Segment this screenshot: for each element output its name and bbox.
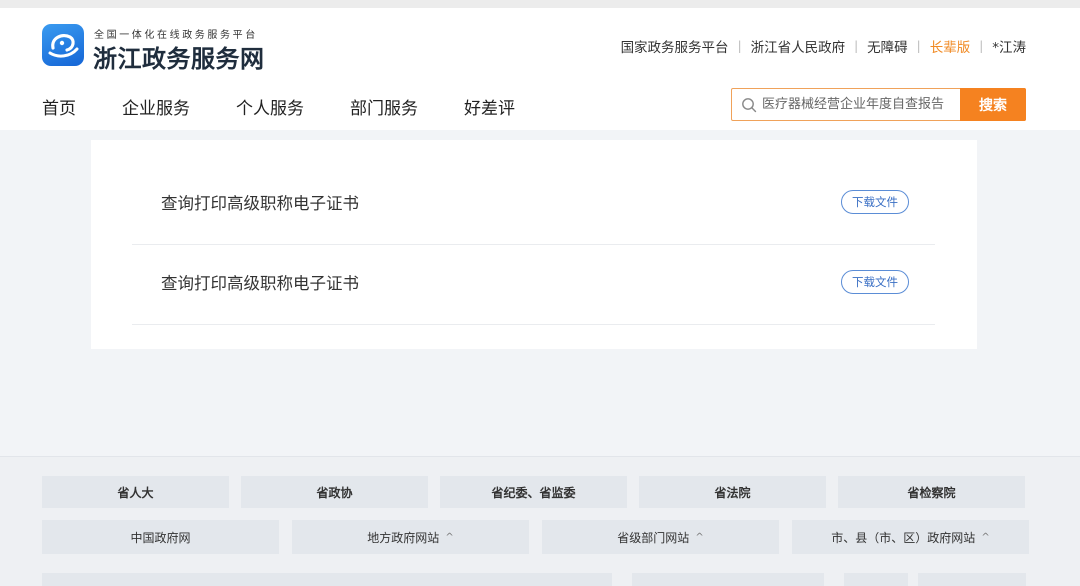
footer-links-row-2: 中国政府网 地方政府网站 ^ 省级部门网站 ^ 市、县（市、区）政府网站 ^	[42, 520, 1029, 554]
brand-title[interactable]: 浙江政务服务网	[93, 39, 265, 74]
link-elder-version[interactable]: 长辈版	[930, 36, 971, 56]
link-national-platform[interactable]: 国家政务服务平台	[621, 36, 729, 56]
site-footer: 省人大 省政协 省纪委、省监委 省法院 省检察院 中国政府网 地方政府网站 ^ …	[0, 456, 1080, 586]
footer-link-peoples-congress[interactable]: 省人大	[42, 476, 229, 508]
footer-dropdown-local-government[interactable]: 地方政府网站 ^	[292, 520, 529, 554]
footer-link-label: 省级部门网站	[617, 530, 690, 545]
footer-dropdown-city-county[interactable]: 市、县（市、区）政府网站 ^	[792, 520, 1029, 554]
footer-link-china-government[interactable]: 中国政府网	[42, 520, 279, 554]
list-item: 查询打印高级职称电子证书 下载文件	[132, 165, 935, 245]
list-item-title[interactable]: 查询打印高级职称电子证书	[161, 270, 359, 294]
list-item-title[interactable]: 查询打印高级职称电子证书	[161, 190, 359, 214]
chevron-up-icon: ^	[981, 531, 990, 543]
separator: |	[916, 39, 921, 53]
link-accessibility[interactable]: 无障碍	[867, 36, 908, 56]
nav-item-review[interactable]: 好差评	[464, 94, 515, 119]
chevron-up-icon: ^	[695, 531, 704, 543]
footer-link-court[interactable]: 省法院	[639, 476, 826, 508]
list-item: 查询打印高级职称电子证书 下载文件	[132, 245, 935, 325]
top-links: 国家政务服务平台 | 浙江省人民政府 | 无障碍 | 长辈版 | *江涛	[621, 36, 1026, 56]
search-button[interactable]: 搜索	[960, 88, 1026, 121]
footer-link-cppcc[interactable]: 省政协	[241, 476, 428, 508]
footer-links-row-1: 省人大 省政协 省纪委、省监委 省法院 省检察院	[42, 476, 1037, 508]
footer-dropdown-provincial-departments[interactable]: 省级部门网站 ^	[542, 520, 779, 554]
search-icon	[742, 98, 757, 113]
result-list: 查询打印高级职称电子证书 下载文件 查询打印高级职称电子证书 下载文件	[91, 140, 977, 349]
search-box: 搜索	[731, 88, 1026, 121]
footer-block	[918, 573, 1026, 586]
nav-item-personal[interactable]: 个人服务	[236, 94, 304, 119]
separator: |	[979, 39, 984, 53]
search-input[interactable]	[762, 89, 960, 120]
footer-link-discipline-commission[interactable]: 省纪委、省监委	[440, 476, 627, 508]
site-header: 全国一体化在线政务服务平台 浙江政务服务网 国家政务服务平台 | 浙江省人民政府…	[0, 8, 1080, 130]
footer-link-label: 地方政府网站	[367, 530, 440, 545]
link-provincial-government[interactable]: 浙江省人民政府	[751, 36, 846, 56]
download-file-button[interactable]: 下载文件	[841, 190, 909, 214]
top-strip	[0, 0, 1080, 8]
footer-link-label: 中国政府网	[130, 530, 191, 545]
download-file-button[interactable]: 下载文件	[841, 270, 909, 294]
site-logo-icon[interactable]	[42, 24, 84, 66]
footer-block	[632, 573, 824, 586]
chevron-up-icon: ^	[445, 531, 454, 543]
footer-link-procuratorate[interactable]: 省检察院	[838, 476, 1025, 508]
nav-item-enterprise[interactable]: 企业服务	[122, 94, 190, 119]
separator: |	[737, 39, 742, 53]
main-nav: 首页 企业服务 个人服务 部门服务 好差评	[42, 94, 561, 119]
nav-item-department[interactable]: 部门服务	[350, 94, 418, 119]
footer-block	[844, 573, 908, 586]
nav-item-home[interactable]: 首页	[42, 94, 76, 119]
user-name-link[interactable]: *江涛	[992, 36, 1026, 56]
footer-block	[42, 573, 612, 586]
footer-link-label: 市、县（市、区）政府网站	[831, 530, 976, 545]
separator: |	[854, 39, 859, 53]
